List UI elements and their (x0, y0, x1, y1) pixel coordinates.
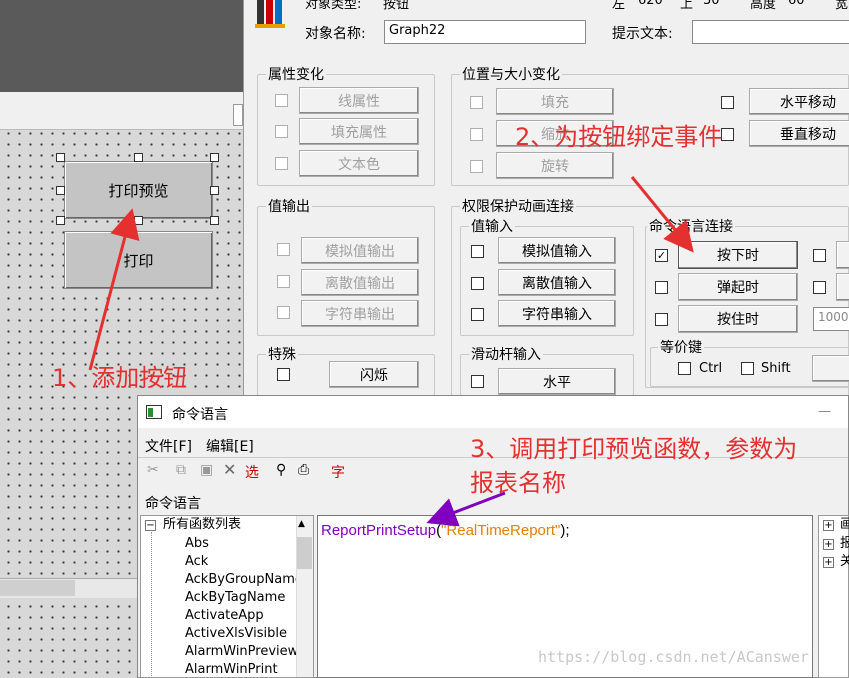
arrow-step1 (88, 208, 140, 371)
arrow-step2 (630, 176, 694, 253)
arrow-step3 (426, 491, 506, 527)
annotation-arrows (88, 176, 694, 527)
watermark: https://blog.csdn.net/ACanswer (538, 648, 809, 666)
